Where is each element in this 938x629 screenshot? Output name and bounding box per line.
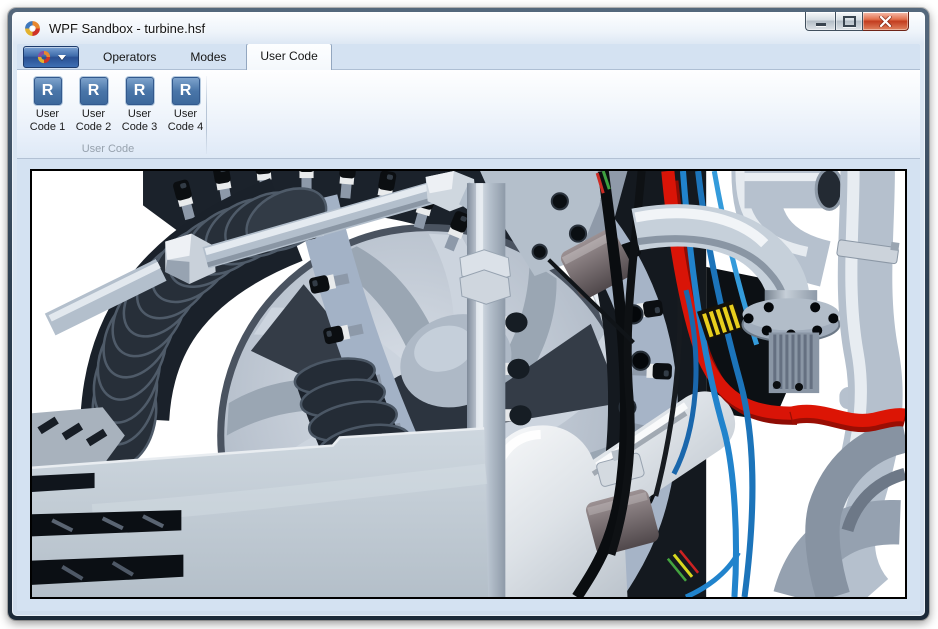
maximize-icon (843, 16, 856, 27)
button-label: User Code 3 (122, 108, 157, 133)
button-label: User Code 1 (30, 108, 65, 133)
user-code-3-button[interactable]: R User Code 3 (118, 75, 161, 133)
ribbon-group-user-code: R User Code 1 R User Code 2 (17, 70, 207, 158)
user-code-1-button[interactable]: R User Code 1 (26, 75, 69, 133)
minimize-icon (816, 23, 826, 26)
app-menu-button[interactable] (23, 46, 79, 68)
ribbon-tab-strip: Operators Modes User Code (17, 44, 920, 69)
window-title: WPF Sandbox - turbine.hsf (49, 21, 205, 36)
window-controls (805, 12, 909, 31)
app-body: Operators Modes User Code R User Code 1 (17, 44, 920, 611)
label-line2: Code 2 (76, 121, 111, 134)
app-window: WPF Sandbox - turbine.hsf (8, 8, 929, 620)
titlebar: WPF Sandbox - turbine.hsf (12, 12, 925, 44)
close-icon (879, 16, 892, 27)
viewport-3d[interactable] (30, 169, 907, 599)
label-line2: Code 1 (30, 121, 65, 134)
close-button[interactable] (863, 12, 909, 31)
button-label: User Code 4 (168, 108, 203, 133)
group-separator (206, 76, 207, 154)
chevron-down-icon (58, 55, 66, 60)
r-icon: R (172, 77, 200, 105)
label-line1: User (76, 108, 111, 121)
tab-operators[interactable]: Operators (89, 44, 170, 69)
turbine-3d-render (32, 171, 905, 597)
r-icon: R (34, 77, 62, 105)
swirl-logo-icon (24, 20, 41, 37)
button-label: User Code 2 (76, 108, 111, 133)
r-icon: R (80, 77, 108, 105)
label-line2: Code 4 (168, 121, 203, 134)
viewport-area (17, 159, 920, 611)
label-line1: User (168, 108, 203, 121)
ribbon-body: R User Code 1 R User Code 2 (17, 69, 920, 159)
tab-modes[interactable]: Modes (176, 44, 240, 69)
maximize-button[interactable] (835, 12, 863, 31)
label-line1: User (30, 108, 65, 121)
user-code-2-button[interactable]: R User Code 2 (72, 75, 115, 133)
user-code-4-button[interactable]: R User Code 4 (164, 75, 207, 133)
r-icon: R (126, 77, 154, 105)
window-inner: WPF Sandbox - turbine.hsf (12, 12, 925, 616)
label-line2: Code 3 (122, 121, 157, 134)
minimize-button[interactable] (805, 12, 835, 31)
swirl-logo-icon (37, 50, 51, 64)
tab-user-code[interactable]: User Code (246, 44, 331, 70)
group-buttons: R User Code 1 R User Code 2 (26, 75, 207, 133)
label-line1: User (122, 108, 157, 121)
group-label: User Code (17, 143, 199, 155)
